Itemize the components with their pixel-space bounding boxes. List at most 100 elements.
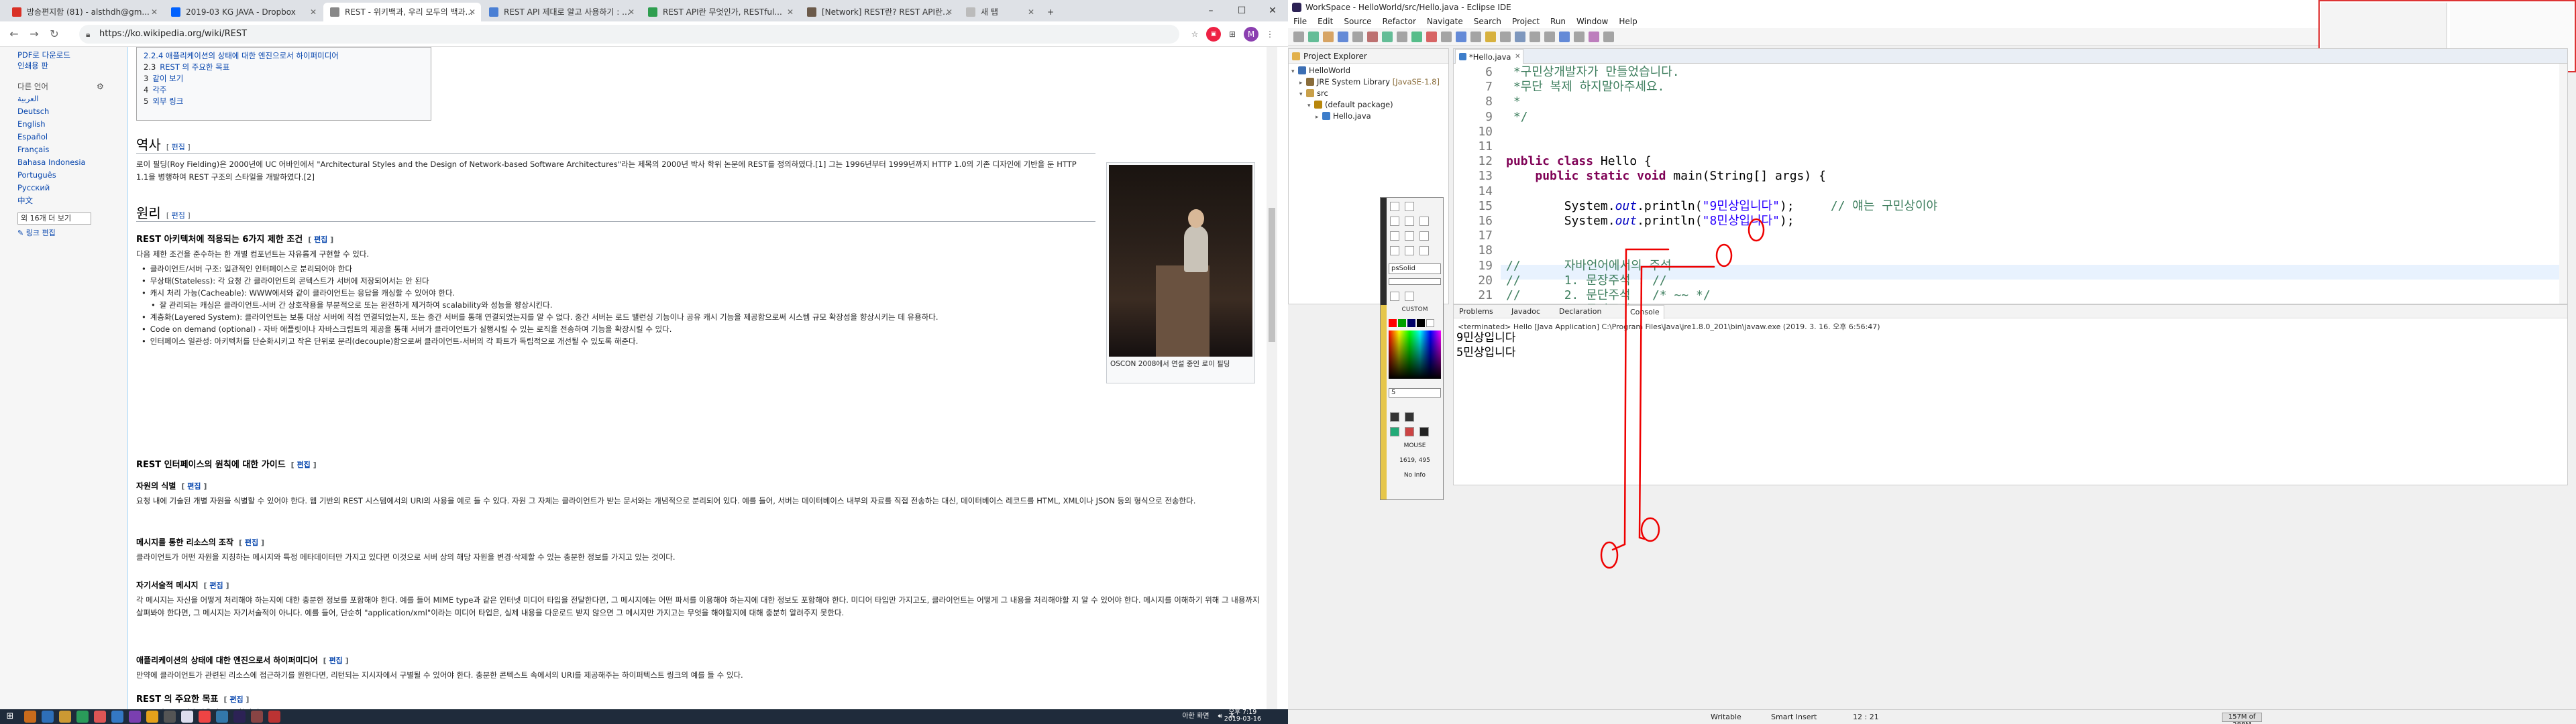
color-swatch[interactable] bbox=[1389, 319, 1397, 327]
tree-item[interactable]: ▾ src bbox=[1289, 88, 1448, 99]
pen-icon[interactable] bbox=[1405, 231, 1414, 241]
toolbar-button-icon[interactable] bbox=[1574, 32, 1585, 42]
code-line[interactable]: // 자바언어에서의 주석 bbox=[1506, 259, 1672, 274]
pen-icon[interactable] bbox=[1390, 231, 1399, 241]
bookmark-star-icon[interactable]: ☆ bbox=[1187, 27, 1202, 42]
taskbar-app-icon[interactable] bbox=[94, 711, 106, 723]
browser-tab[interactable]: 방송편지함 (81) - alsthdh@gm... ✕ bbox=[5, 3, 163, 21]
toolbar-button-icon[interactable] bbox=[1323, 32, 1334, 42]
close-icon[interactable]: ✕ bbox=[1257, 0, 1288, 21]
code-line[interactable]: // 2. 문단주석 : /* ~~ */ bbox=[1506, 288, 1711, 303]
taskbar-app-icon[interactable] bbox=[129, 711, 141, 723]
edit-links-link[interactable]: ✎ 링크 편집 bbox=[17, 227, 127, 238]
pen-icon[interactable] bbox=[1419, 217, 1429, 226]
close-tab-icon[interactable]: ✕ bbox=[1028, 3, 1034, 21]
forward-icon[interactable]: → bbox=[25, 25, 43, 43]
browser-tab[interactable]: [Network] REST란? REST API란... ✕ bbox=[800, 3, 958, 21]
edit-link[interactable]: 편집 bbox=[172, 143, 185, 152]
heap-status[interactable]: 157M of 288M bbox=[2222, 713, 2262, 724]
toolbar-button-icon[interactable] bbox=[1411, 32, 1422, 42]
toolbar-button-icon[interactable] bbox=[1367, 32, 1378, 42]
taskbar-app-icon[interactable] bbox=[216, 711, 228, 723]
avatar[interactable]: M bbox=[1244, 27, 1258, 42]
language-link[interactable]: English bbox=[17, 118, 127, 131]
edit-link[interactable]: 편집 bbox=[329, 656, 343, 665]
project-explorer-title[interactable]: Project Explorer bbox=[1303, 52, 1367, 61]
menu-item-help[interactable]: Help bbox=[1619, 17, 1637, 26]
edit-link[interactable]: 편집 bbox=[314, 235, 327, 244]
expand-toggle-icon[interactable]: ▸ bbox=[1316, 112, 1322, 123]
toolbar-button-icon[interactable] bbox=[1338, 32, 1348, 42]
taskbar-app-icon[interactable] bbox=[164, 711, 176, 723]
close-tab-icon[interactable]: ✕ bbox=[946, 3, 953, 21]
reload-icon[interactable]: ↻ bbox=[46, 25, 63, 43]
close-tab-icon[interactable]: ✕ bbox=[628, 3, 635, 21]
code-line[interactable]: System.out.println("8민상입니다"); bbox=[1506, 214, 1794, 229]
view-tab-console[interactable]: Console bbox=[1625, 305, 1664, 319]
print-version-link[interactable]: 인쇄용 판 bbox=[17, 60, 127, 71]
console-output[interactable]: 9민상입니다 5민상입니다 bbox=[1454, 330, 2567, 360]
edit-link[interactable]: 편집 bbox=[245, 538, 258, 547]
language-link[interactable]: 中文 bbox=[17, 194, 127, 207]
view-tab-problems[interactable]: Problems bbox=[1459, 305, 1493, 318]
toolbar-button-icon[interactable] bbox=[1559, 32, 1570, 42]
toolbar-button-icon[interactable] bbox=[1308, 32, 1319, 42]
windows-start-icon[interactable]: ⊞ bbox=[4, 711, 16, 723]
toolbar-button-icon[interactable] bbox=[1426, 32, 1437, 42]
folder-icon[interactable] bbox=[59, 711, 71, 723]
taskbar-app-icon[interactable] bbox=[24, 711, 36, 723]
taskbar-app-icon[interactable] bbox=[111, 711, 123, 723]
toolbar-button-icon[interactable] bbox=[1441, 32, 1452, 42]
clear-icon[interactable] bbox=[1405, 427, 1414, 436]
toc-item[interactable]: 2.2.4 애플리케이션의 상태에 대한 엔진으로서 하이퍼미디어 bbox=[144, 50, 424, 62]
code-line[interactable]: System.out.println("9민상입니다"); // 얘는 구민상이… bbox=[1506, 199, 1937, 214]
browser-tab[interactable]: REST - 위키백과, 우리 모두의 백과... ✕ bbox=[323, 3, 481, 21]
tree-item[interactable]: ▸ Hello.java bbox=[1289, 111, 1448, 122]
language-link[interactable]: العربية bbox=[17, 93, 127, 105]
taskbar-app-icon[interactable] bbox=[146, 711, 158, 723]
page-scrollbar[interactable] bbox=[1267, 47, 1277, 711]
edit-link[interactable]: 편집 bbox=[297, 461, 311, 469]
view-tab-javadoc[interactable]: Javadoc bbox=[1511, 305, 1540, 318]
open-icon[interactable] bbox=[1405, 412, 1414, 422]
code-line[interactable]: *구민상개발자가 만들었습니다. bbox=[1506, 65, 1680, 80]
extension-icon[interactable]: ⊞ bbox=[1225, 27, 1240, 42]
code-line[interactable]: // 1. 문장주석 : // bbox=[1506, 274, 1667, 288]
taskbar-app-icon[interactable] bbox=[268, 711, 280, 723]
toolbar-button-icon[interactable] bbox=[1544, 32, 1555, 42]
color-palette[interactable] bbox=[1389, 330, 1441, 379]
toolbar-button-icon[interactable] bbox=[1382, 32, 1393, 42]
pen-icon[interactable] bbox=[1405, 246, 1414, 255]
code-line[interactable]: public class Hello { bbox=[1506, 154, 1652, 169]
edit-link[interactable]: 편집 bbox=[187, 482, 201, 491]
menu-item-window[interactable]: Window bbox=[1576, 17, 1608, 26]
new-tab-button[interactable]: + bbox=[1041, 3, 1060, 21]
line-style-select[interactable]: psSolid bbox=[1389, 263, 1441, 274]
toolbar-button-icon[interactable] bbox=[1500, 32, 1511, 42]
taskbar-app-icon[interactable] bbox=[76, 711, 89, 723]
speaker-icon[interactable]: 🔊︎ bbox=[1218, 713, 1222, 720]
taskbar-app-icon[interactable] bbox=[181, 711, 193, 723]
close-tab-icon[interactable]: ✕ bbox=[469, 3, 476, 21]
color-swatch[interactable] bbox=[1398, 319, 1406, 327]
download-pdf-link[interactable]: PDF로 다운로드 bbox=[17, 50, 127, 60]
code-line[interactable]: */ bbox=[1506, 110, 1528, 125]
language-link[interactable]: Deutsch bbox=[17, 105, 127, 118]
language-link[interactable]: Português bbox=[17, 169, 127, 182]
menu-item-search[interactable]: Search bbox=[1474, 17, 1501, 26]
edit-link[interactable]: 편집 bbox=[229, 695, 243, 704]
toc-item[interactable]: 3 같이 보기 bbox=[144, 73, 424, 84]
close-tab-icon[interactable]: ✕ bbox=[787, 3, 794, 21]
minimize-icon[interactable]: – bbox=[1195, 0, 1226, 21]
tree-item[interactable]: ▾ HelloWorld bbox=[1289, 65, 1448, 76]
maximize-icon[interactable]: ☐ bbox=[1226, 0, 1257, 21]
pen-icon[interactable] bbox=[1419, 231, 1429, 241]
language-link[interactable]: Русский bbox=[17, 182, 127, 194]
pen-icon[interactable] bbox=[1419, 246, 1429, 255]
tree-item[interactable]: ▾ (default package) bbox=[1289, 99, 1448, 111]
language-link[interactable]: Bahasa Indonesia bbox=[17, 156, 127, 169]
url-input[interactable]: 🔒︎ https://ko.wikipedia.org/wiki/REST bbox=[79, 25, 1179, 44]
toolbar-button-icon[interactable] bbox=[1589, 32, 1599, 42]
code-line[interactable]: *무단 복제 하지말아주세요. bbox=[1506, 80, 1665, 95]
pen-icon[interactable] bbox=[1390, 202, 1399, 211]
